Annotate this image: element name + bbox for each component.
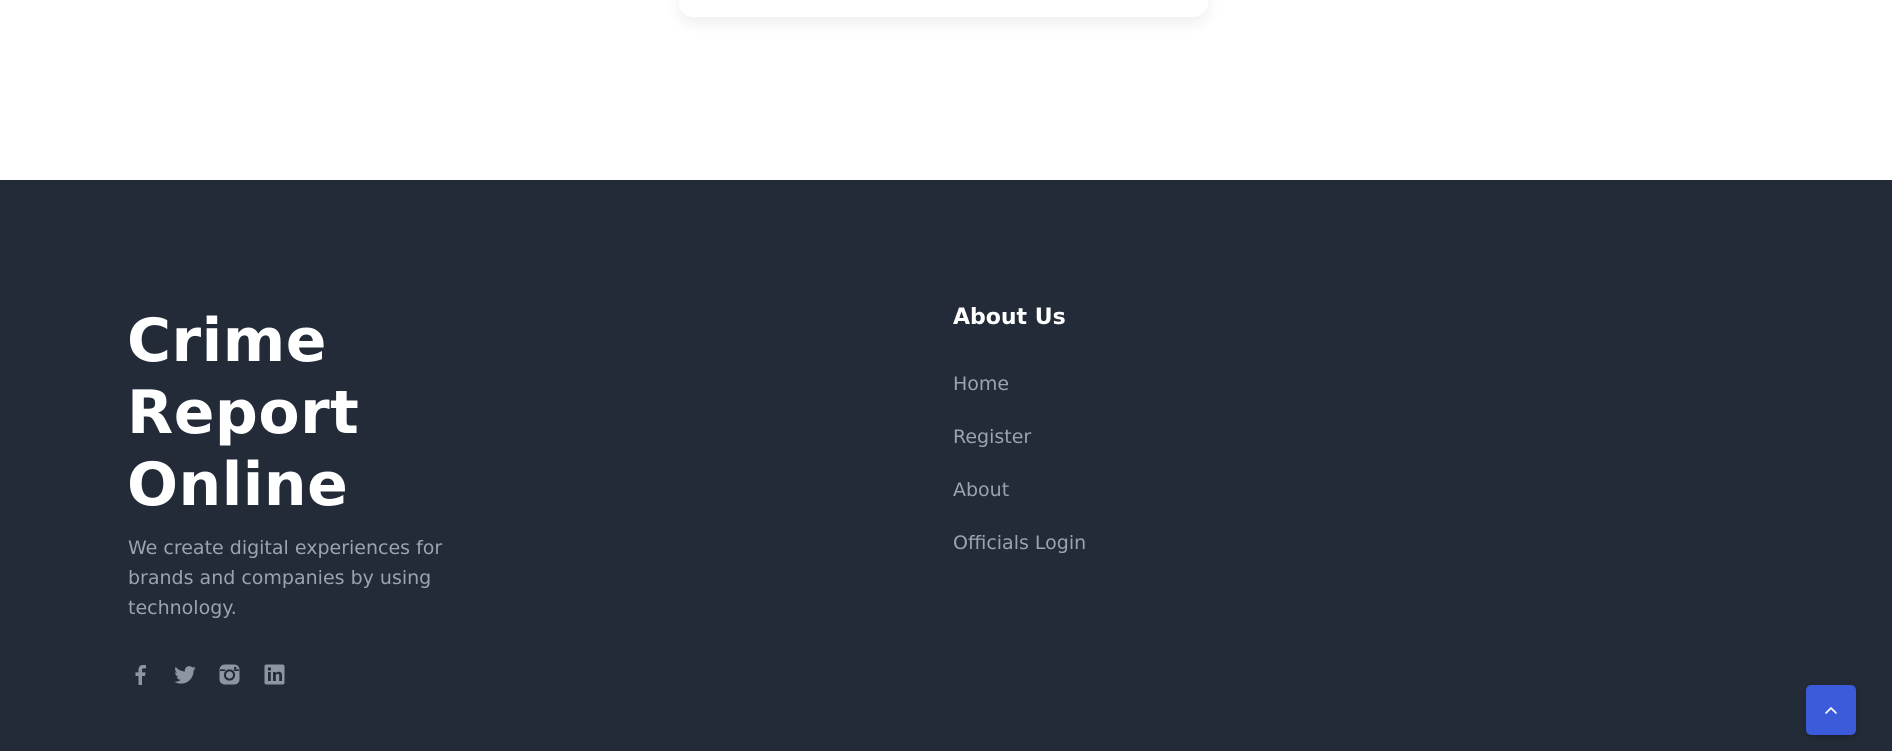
back-to-top-button[interactable]	[1806, 685, 1856, 735]
page: Crime Report Online We create digital ex…	[0, 0, 1892, 751]
brand-title: Crime Report Online	[127, 306, 360, 520]
about-links-list: Home Register About Officials Login	[953, 372, 1086, 584]
home-link[interactable]: Home	[953, 373, 1009, 395]
linkedin-icon[interactable]	[263, 663, 286, 686]
officials-login-link[interactable]: Officials Login	[953, 532, 1086, 554]
facebook-icon[interactable]	[128, 663, 151, 686]
content-section	[0, 0, 1892, 180]
list-item: Home	[953, 372, 1086, 425]
chevron-up-icon	[1825, 707, 1837, 714]
social-links	[128, 663, 286, 686]
site-footer: Crime Report Online We create digital ex…	[0, 180, 1892, 751]
list-item: Officials Login	[953, 531, 1086, 584]
register-link[interactable]: Register	[953, 426, 1031, 448]
list-item: Register	[953, 425, 1086, 478]
content-card	[679, 0, 1208, 17]
twitter-icon[interactable]	[173, 663, 196, 686]
about-heading: About Us	[953, 305, 1066, 330]
instagram-icon[interactable]	[218, 663, 241, 686]
brand-description: We create digital experiences for brands…	[128, 537, 443, 619]
about-links-column: About Us Home Register About Officials L…	[953, 304, 1086, 584]
list-item: About	[953, 478, 1086, 531]
about-link[interactable]: About	[953, 479, 1009, 501]
